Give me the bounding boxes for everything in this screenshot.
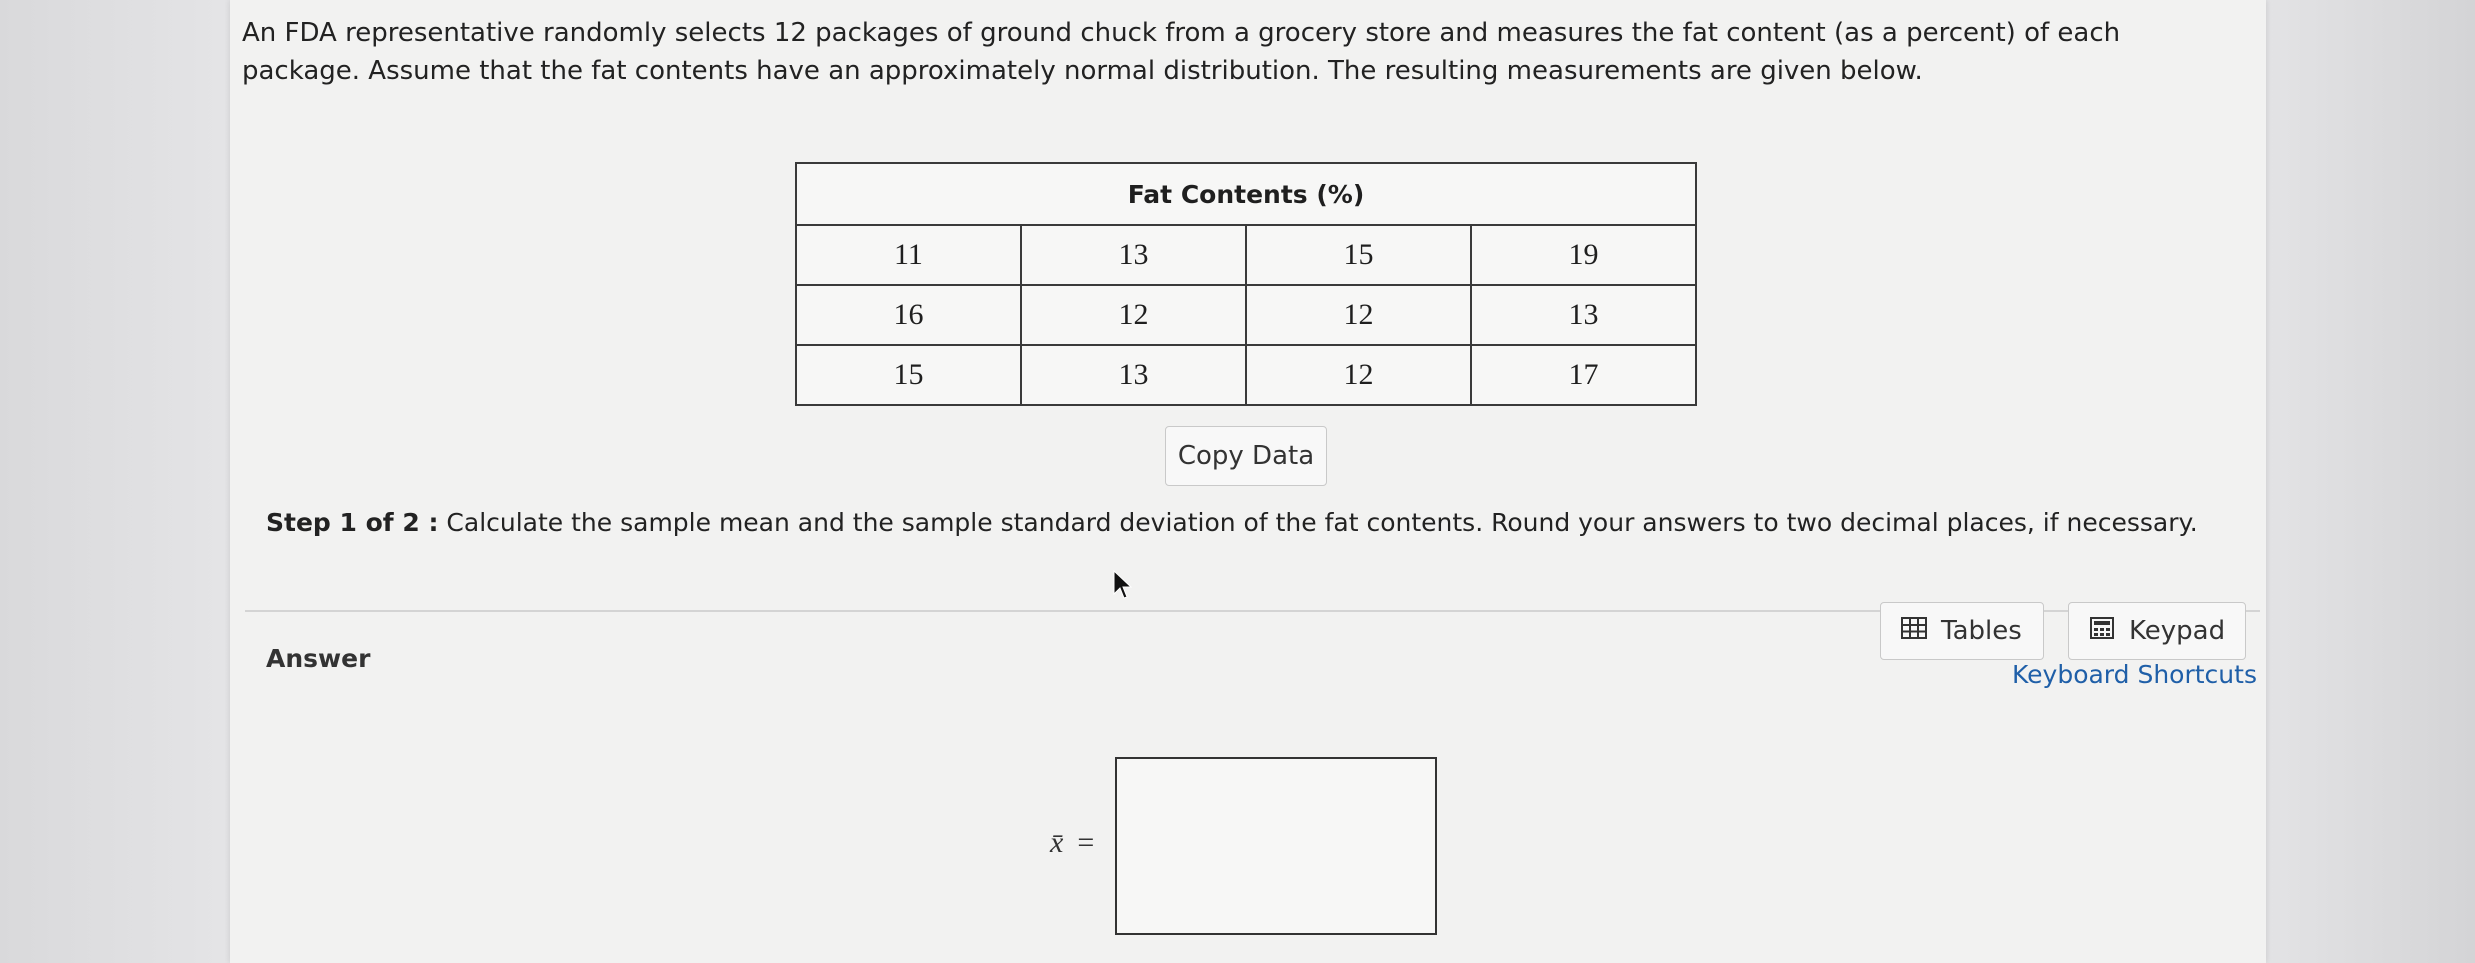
step-text: Calculate the sample mean and the sample… [438,508,2198,537]
fat-contents-table-container: Fat Contents (%) 11 13 15 19 16 12 12 13… [795,162,1697,406]
table-row: 11 13 15 19 [795,224,1697,286]
table-cell: 15 [795,344,1022,406]
equals-sign: = [1077,826,1095,859]
tables-button[interactable]: Tables [1880,602,2044,660]
calculator-icon [2089,616,2115,646]
table-cell: 16 [795,284,1022,346]
keypad-button-label: Keypad [2129,616,2226,646]
table-header: Fat Contents (%) [795,162,1697,226]
step-label: Step 1 of 2 : [266,508,439,537]
mouse-pointer-icon [1113,569,1133,604]
answer-label: Answer [266,644,371,673]
problem-statement: An FDA representative randomly selects 1… [242,18,2121,86]
table-cell: 13 [1020,224,1247,286]
step-instruction: Step 1 of 2 : Calculate the sample mean … [266,508,2198,537]
copy-data-button[interactable]: Copy Data [1165,426,1327,486]
table-cell: 11 [795,224,1022,286]
table-row: 16 12 12 13 [795,284,1697,346]
table-cell: 12 [1245,284,1472,346]
table-cell: 17 [1470,344,1697,406]
table-cell: 12 [1020,284,1247,346]
keyboard-shortcuts-link[interactable]: Keyboard Shortcuts [2012,660,2257,689]
keypad-button[interactable]: Keypad [2068,602,2246,660]
table-cell: 15 [1245,224,1472,286]
fat-contents-table: Fat Contents (%) 11 13 15 19 16 12 12 13… [795,162,1697,406]
table-cell: 12 [1245,344,1472,406]
table-cell: 13 [1020,344,1247,406]
sample-mean-label: x̄ = [1050,826,1094,860]
table-row: 15 13 12 17 [795,344,1697,406]
question-panel: An FDA representative randomly selects 1… [230,0,2266,963]
table-cell: 13 [1470,284,1697,346]
table-grid-icon [1901,616,1927,646]
table-cell: 19 [1470,224,1697,286]
sample-mean-input[interactable] [1115,757,1437,935]
xbar-symbol: x̄ [1050,826,1064,859]
tables-button-label: Tables [1941,616,2022,646]
